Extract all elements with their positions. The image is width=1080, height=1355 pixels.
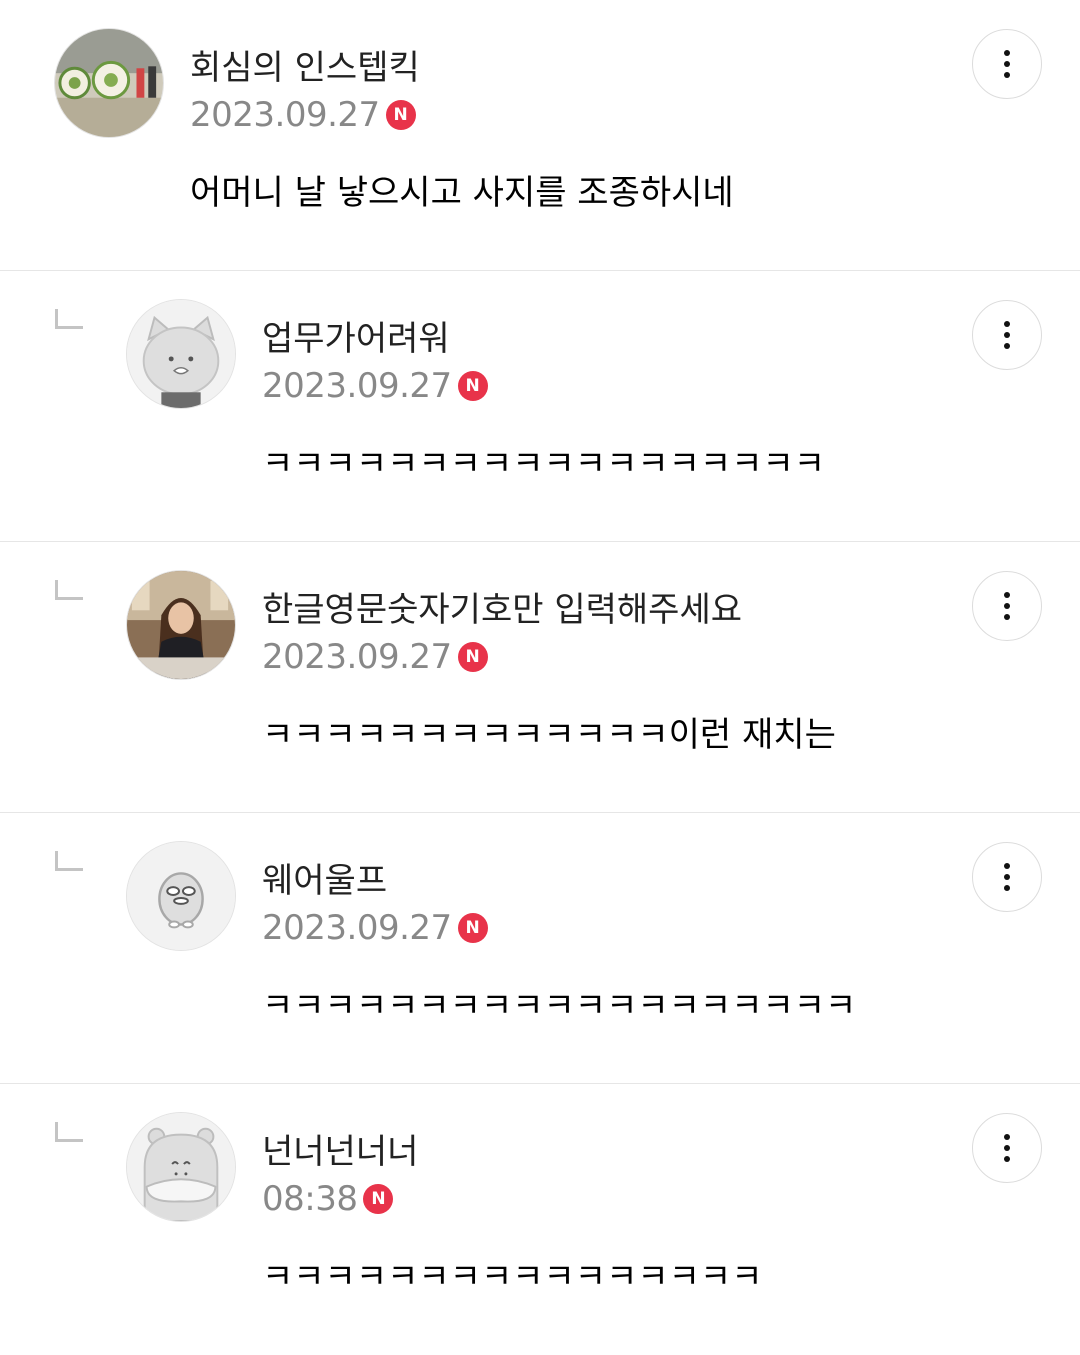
new-badge: N [385,100,416,130]
comment-item: 회심의 인스텝킥 2023.09.27 N 어머니 날 낳으시고 사지를 조종하… [0,0,1080,271]
comment-date: 2023.09.27 [262,908,452,948]
reply-item: 업무가어려워 2023.09.27 N ㅋㅋㅋㅋㅋㅋㅋㅋㅋㅋㅋㅋㅋㅋㅋㅋㅋㅋ [0,271,1080,542]
reply-arrow-icon [55,309,83,329]
avatar[interactable] [126,570,236,680]
avatar[interactable] [126,299,236,409]
comment-author[interactable]: 업무가어려워 [262,311,450,360]
comment-author[interactable]: 한글영문숫자기호만 입력해주세요 [262,582,742,631]
more-options-button[interactable] [972,571,1042,641]
more-options-button[interactable] [972,1113,1042,1183]
comment-date: 08:38 [262,1179,358,1219]
avatar[interactable] [54,28,164,138]
reply-arrow-icon [55,1122,83,1142]
comment-meta: 2023.09.27 N [190,95,416,135]
default-duck-avatar-icon [127,842,235,950]
new-badge: N [457,913,488,943]
more-vertical-icon [1004,321,1010,327]
reply-arrow-icon [55,580,83,600]
avatar-photo-icon [55,29,163,137]
comment-text: ㅋㅋㅋㅋㅋㅋㅋㅋㅋㅋㅋㅋㅋㅋㅋㅋㅋㅋㅋ [262,986,857,1026]
avatar-photo-icon [127,571,235,679]
default-hamster-avatar-icon [127,1113,235,1221]
comment-text: 어머니 날 낳으시고 사지를 조종하시네 [190,173,734,213]
new-badge: N [457,642,488,672]
reply-item: 웨어울프 2023.09.27 N ㅋㅋㅋㅋㅋㅋㅋㅋㅋㅋㅋㅋㅋㅋㅋㅋㅋㅋㅋ [0,813,1080,1084]
comment-meta: 08:38 N [262,1179,394,1219]
comment-date: 2023.09.27 [262,637,452,677]
comment-date: 2023.09.27 [262,366,452,406]
comment-text: ㅋㅋㅋㅋㅋㅋㅋㅋㅋㅋㅋㅋㅋ이런 재치는 [262,715,836,755]
default-cat-avatar-icon [127,300,235,408]
comment-text: ㅋㅋㅋㅋㅋㅋㅋㅋㅋㅋㅋㅋㅋㅋㅋㅋ [262,1257,763,1297]
reply-arrow-icon [55,851,83,871]
more-options-button[interactable] [972,29,1042,99]
avatar[interactable] [126,841,236,951]
new-badge: N [363,1184,394,1214]
comment-meta: 2023.09.27 N [262,637,488,677]
comment-author[interactable]: 회심의 인스텝킥 [190,40,420,89]
comment-meta: 2023.09.27 N [262,908,488,948]
reply-item: 넌너넌너너 08:38 N ㅋㅋㅋㅋㅋㅋㅋㅋㅋㅋㅋㅋㅋㅋㅋㅋ [0,1084,1080,1355]
more-vertical-icon [1004,592,1010,598]
new-badge: N [457,371,488,401]
more-vertical-icon [1004,1134,1010,1140]
more-options-button[interactable] [972,300,1042,370]
comment-author[interactable]: 넌너넌너너 [262,1124,418,1173]
comment-meta: 2023.09.27 N [262,366,488,406]
avatar[interactable] [126,1112,236,1222]
reply-item: 한글영문숫자기호만 입력해주세요 2023.09.27 N ㅋㅋㅋㅋㅋㅋㅋㅋㅋㅋ… [0,542,1080,813]
more-options-button[interactable] [972,842,1042,912]
more-vertical-icon [1004,50,1010,56]
comment-text: ㅋㅋㅋㅋㅋㅋㅋㅋㅋㅋㅋㅋㅋㅋㅋㅋㅋㅋ [262,444,826,484]
more-vertical-icon [1004,863,1010,869]
comment-author[interactable]: 웨어울프 [262,853,387,902]
comment-date: 2023.09.27 [190,95,380,135]
